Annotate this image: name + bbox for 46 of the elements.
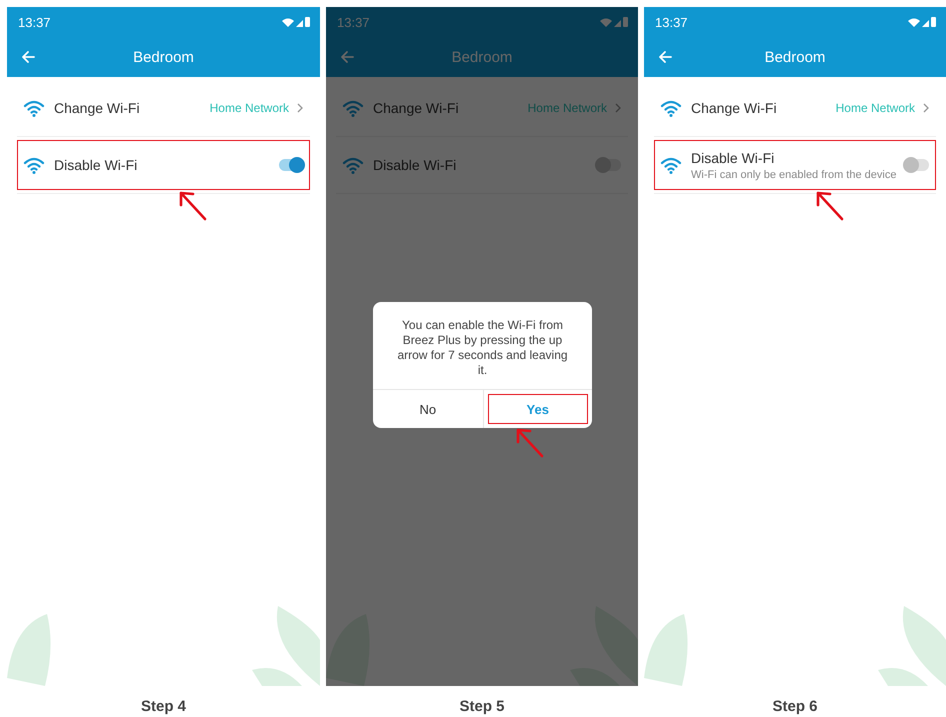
wifi-icon (23, 98, 45, 118)
status-icons (600, 16, 628, 28)
step-caption: Step 4 (140, 697, 187, 715)
row-value: Home Network (210, 101, 289, 115)
chevron-icon (615, 103, 621, 113)
settings-row[interactable]: Change Wi-Fi Home Network (654, 83, 936, 133)
step-caption: Step 5 (458, 697, 506, 715)
dialog-message: You can enable the Wi-Fi from Breez Plus by pressing the up arrow for 7 seconds and leaving it. (396, 317, 569, 379)
step-caption: Step 6 (771, 697, 818, 715)
screen-title: Bedroom (450, 48, 514, 66)
row-label: Change Wi-Fi (373, 100, 460, 116)
wifi-icon (342, 98, 364, 118)
status-icons (282, 16, 310, 28)
row-label: Change Wi-Fi (691, 100, 778, 116)
chevron-icon (923, 103, 929, 113)
row-value: Home Network (528, 101, 607, 115)
wifi-icon (660, 98, 682, 118)
row-value: Home Network (836, 101, 915, 115)
toggle-switch[interactable] (597, 159, 621, 171)
back-icon (21, 50, 36, 64)
status-time: 13:37 (655, 14, 688, 30)
status-icons (908, 16, 936, 28)
toggle-switch[interactable] (905, 159, 929, 171)
screen-title: Bedroom (764, 48, 826, 66)
dialog-button[interactable]: No (377, 394, 478, 424)
pointer-arrow (514, 426, 544, 458)
row-subtitle: Wi-Fi can only be enabled from the device (691, 168, 898, 180)
status-time: 13:37 (18, 14, 51, 30)
status-time: 13:37 (337, 14, 370, 30)
wifi-icon (660, 155, 682, 175)
row-label: Change Wi-Fi (54, 100, 141, 116)
chevron-icon (297, 103, 303, 113)
settings-row[interactable]: Disable Wi-Fi (17, 140, 310, 190)
row-label: Disable Wi-Fi (54, 157, 138, 173)
pointer-arrow (177, 189, 207, 221)
wifi-icon (342, 155, 364, 175)
screen-title: Bedroom (132, 48, 195, 66)
settings-row[interactable]: Change Wi-Fi Home Network (17, 83, 310, 133)
wifi-icon (23, 155, 45, 175)
row-label: Disable Wi-Fi (691, 150, 776, 166)
back-icon (340, 50, 355, 64)
row-label: Disable Wi-Fi (373, 157, 458, 173)
back-icon (658, 50, 673, 64)
settings-row[interactable]: Disable Wi-Fi Wi-Fi can only be enabled from the device (654, 140, 936, 190)
pointer-arrow (814, 189, 844, 221)
toggle-switch[interactable] (279, 159, 303, 171)
